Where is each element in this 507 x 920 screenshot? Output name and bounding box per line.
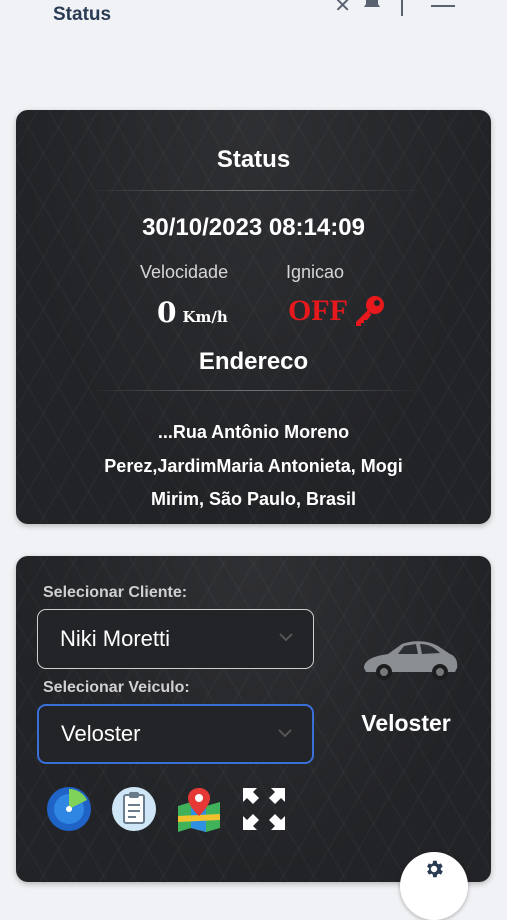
vehicle-select[interactable]: Veloster — [37, 704, 314, 764]
gear-icon — [427, 860, 443, 878]
bell-icon[interactable] — [363, 0, 381, 18]
close-icon[interactable]: ✕ — [334, 0, 351, 18]
address-text: ...Rua Antônio Moreno Perez,JardimMaria … — [104, 422, 403, 509]
vehicle-selection-card: Selecionar Cliente: Niki Moretti Selecio… — [16, 556, 491, 882]
fullscreen-icon[interactable] — [241, 786, 287, 832]
address-title: Endereco — [198, 348, 309, 375]
client-label: Selecionar Cliente: — [43, 584, 188, 601]
chevron-down-icon — [279, 633, 293, 642]
menu-icon[interactable] — [431, 0, 455, 13]
vehicle-label: Selecionar Veiculo: — [43, 679, 190, 696]
speed-unit: Km/h — [182, 308, 228, 326]
top-bar: Status ✕ — [0, 0, 507, 40]
client-select-value: Niki Moretti — [60, 626, 171, 651]
vehicle-name: Veloster — [361, 710, 451, 736]
divider — [84, 390, 424, 391]
car-image — [364, 641, 458, 680]
page-title: Status — [53, 4, 112, 25]
key-icon — [356, 296, 384, 326]
chevron-down-icon — [278, 729, 292, 738]
speed-label: Velocidade — [140, 262, 229, 282]
vehicle-select-value: Veloster — [61, 721, 141, 746]
radar-icon[interactable] — [46, 786, 92, 832]
map-icon[interactable] — [176, 786, 222, 832]
ignition-label: Ignicao — [286, 262, 345, 282]
top-actions: ✕ — [334, 0, 411, 18]
ignition-value: OFF — [288, 294, 348, 327]
status-card: Status 30/10/2023 08:14:09 Velocidade Ig… — [16, 110, 491, 524]
divider — [401, 0, 403, 16]
speed-number: 0 — [157, 296, 177, 329]
client-select[interactable]: Niki Moretti — [37, 609, 314, 669]
divider — [84, 190, 424, 191]
status-title: Status — [216, 146, 291, 173]
settings-button[interactable] — [400, 852, 468, 920]
clipboard-icon[interactable] — [111, 786, 157, 832]
vehicle-toolbar — [46, 786, 287, 832]
ignition-status: OFF — [288, 294, 386, 328]
speed-value: 0 Km/h — [157, 296, 228, 329]
datetime: 30/10/2023 08:14:09 — [142, 214, 365, 241]
